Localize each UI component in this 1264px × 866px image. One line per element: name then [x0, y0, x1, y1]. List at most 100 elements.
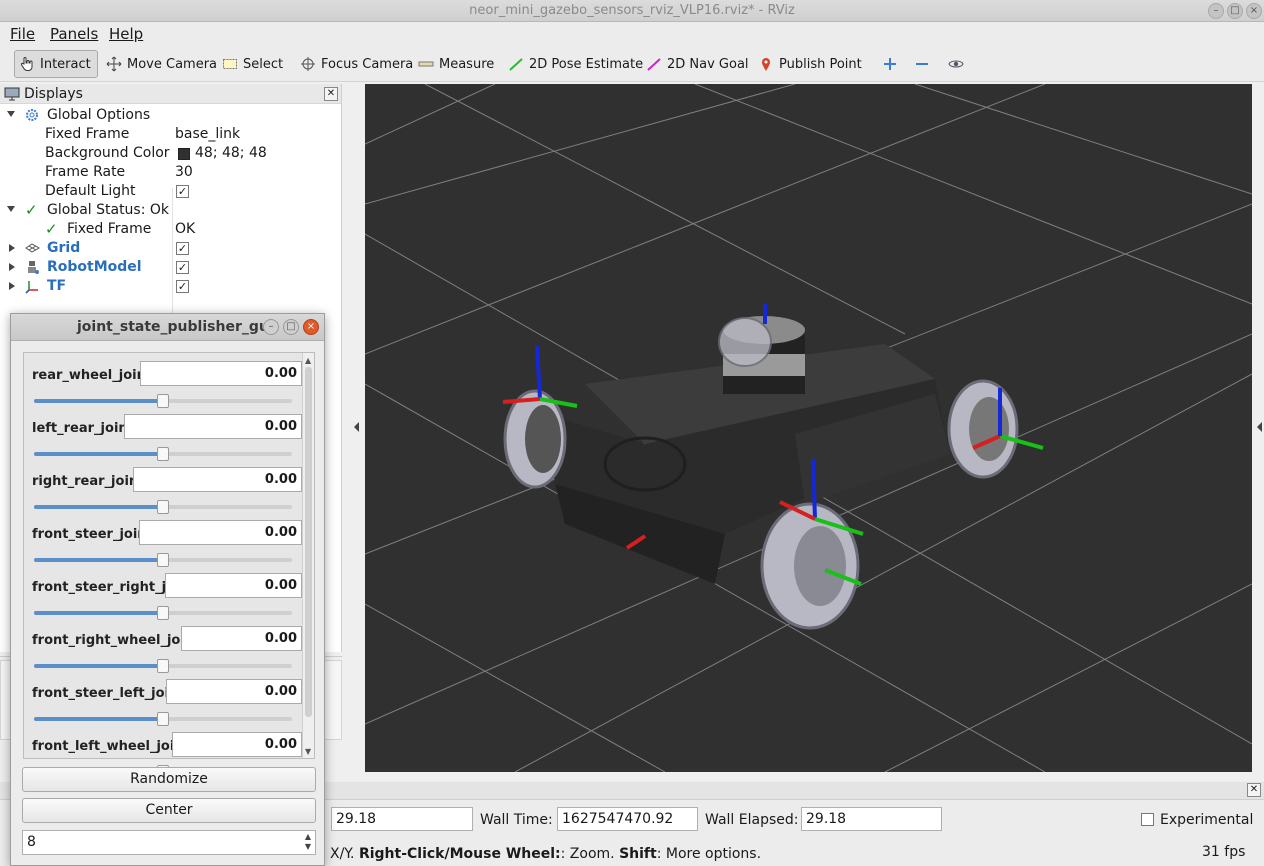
joint-slider[interactable] — [34, 553, 292, 567]
wall-elapsed-field[interactable]: 29.18 — [801, 807, 942, 831]
status-fixed-frame-row[interactable]: ✓ Fixed Frame OK — [0, 220, 342, 239]
joint-name: right_rear_joint — [32, 474, 145, 489]
joint-slider[interactable] — [34, 606, 292, 620]
map-pin-icon — [762, 58, 770, 71]
spin-box[interactable]: 8 ▲ ▼ — [22, 830, 316, 855]
close-button[interactable]: × — [1246, 3, 1262, 19]
jsp-close-button[interactable]: × — [303, 319, 319, 335]
menu-panels[interactable]: Panels — [50, 25, 98, 43]
fixed-frame-value[interactable]: base_link — [175, 126, 240, 142]
view-menu-button[interactable] — [944, 50, 968, 78]
tf-axes-icon — [25, 281, 38, 294]
joint-value-field[interactable]: 0.00 — [124, 414, 302, 439]
slider-handle[interactable] — [157, 447, 169, 461]
frame-rate-value[interactable]: 30 — [175, 164, 193, 180]
joint-state-publisher-window: joint_state_publisher_gui – □ × rear_whe… — [10, 313, 325, 866]
joint-name: front_right_wheel_joint — [32, 633, 201, 648]
focus-camera-tool[interactable]: Focus Camera — [296, 50, 417, 78]
slider-handle[interactable] — [157, 712, 169, 726]
render-viewport[interactable] — [365, 84, 1252, 772]
status-bold-1: Right-Click/Mouse Wheel: — [358, 846, 561, 862]
remove-tool-button[interactable] — [910, 50, 934, 78]
joint-list[interactable]: rear_wheel_joint 0.00 left_rear_joint 0.00 r… — [23, 352, 315, 779]
pose-estimate-tool[interactable]: 2D Pose Estimate — [504, 50, 647, 78]
color-swatch[interactable] — [178, 148, 190, 160]
jsp-maximize-button[interactable]: □ — [283, 319, 299, 335]
slider-handle[interactable] — [157, 659, 169, 673]
background-color-row[interactable]: Background Color 48; 48; 48 — [0, 144, 342, 163]
tf-row[interactable]: TF ✓ — [0, 277, 342, 296]
displays-close-button[interactable]: ✕ — [324, 87, 338, 101]
joint-value-field[interactable]: 0.00 — [139, 520, 302, 545]
robot-model-3d — [503, 316, 1019, 630]
menu-help[interactable]: Help — [109, 25, 143, 43]
minimize-button[interactable]: – — [1208, 3, 1224, 19]
fixed-frame-row[interactable]: Fixed Frame base_link — [0, 125, 342, 144]
joint-value-field[interactable]: 0.00 — [172, 732, 302, 757]
joint-value-field[interactable]: 0.00 — [181, 626, 302, 651]
nav-goal-tool[interactable]: 2D Nav Goal — [642, 50, 753, 78]
joint-list-scrollbar[interactable]: ▲ ▼ — [302, 353, 314, 758]
move-camera-label: Move Camera — [127, 56, 218, 72]
joint-value-field[interactable]: 0.00 — [166, 679, 302, 704]
grid-icon — [25, 243, 40, 253]
joint-value-field[interactable]: 0.00 — [165, 573, 302, 598]
spin-arrows-icon[interactable]: ▲ ▼ — [305, 832, 311, 852]
default-light-checkbox[interactable]: ✓ — [176, 185, 189, 198]
grid-checkbox[interactable]: ✓ — [176, 242, 189, 255]
slider-handle[interactable] — [157, 394, 169, 408]
joint-slider[interactable] — [34, 712, 292, 726]
ros-elapsed-field[interactable]: 29.18 — [331, 807, 473, 831]
global-status-row[interactable]: ✓ Global Status: Ok — [0, 201, 342, 220]
spin-value: 8 — [27, 834, 36, 850]
joint-value-field[interactable]: 0.00 — [133, 467, 302, 492]
joint-slider[interactable] — [34, 659, 292, 673]
time-panel-close-button[interactable]: ✕ — [1247, 783, 1261, 797]
select-tool[interactable]: Select — [218, 50, 287, 78]
default-light-label: Default Light — [45, 183, 136, 199]
joint-slider[interactable] — [34, 447, 292, 461]
publish-point-tool[interactable]: Publish Point — [754, 50, 866, 78]
scrollbar-thumb[interactable] — [305, 367, 312, 717]
center-button[interactable]: Center — [22, 798, 316, 823]
wheel — [718, 317, 772, 367]
collapse-right-arrow-icon[interactable] — [1257, 422, 1262, 432]
jsp-minimize-button[interactable]: – — [263, 319, 279, 335]
hand-pointer-icon — [20, 57, 33, 71]
slider-handle[interactable] — [157, 606, 169, 620]
ruler-icon — [418, 61, 434, 67]
measure-tool[interactable]: Measure — [414, 50, 498, 78]
joint-slider[interactable] — [34, 394, 292, 408]
robot-model-checkbox[interactable]: ✓ — [176, 261, 189, 274]
add-tool-button[interactable] — [878, 50, 902, 78]
slider-handle[interactable] — [157, 500, 169, 514]
slider-handle[interactable] — [157, 553, 169, 567]
collapse-left-arrow-icon[interactable] — [354, 422, 359, 432]
crosshair-icon — [301, 57, 315, 71]
experimental-checkbox[interactable] — [1141, 813, 1154, 826]
interact-tool[interactable]: Interact — [14, 50, 98, 78]
joint-slider[interactable] — [34, 500, 292, 514]
wall-time-field[interactable]: 1627547470.92 — [557, 807, 698, 831]
tf-checkbox[interactable]: ✓ — [176, 280, 189, 293]
scroll-down-icon[interactable]: ▼ — [305, 747, 311, 756]
joint-value-field[interactable]: 0.00 — [140, 361, 302, 386]
gear-icon — [26, 109, 38, 121]
eye-icon — [948, 60, 964, 68]
jsp-title: joint_state_publisher_gui — [77, 319, 274, 335]
default-light-row[interactable]: Default Light ✓ — [0, 182, 342, 201]
wheel — [760, 502, 860, 630]
robot-model-row[interactable]: RobotModel ✓ — [0, 258, 342, 277]
move-camera-tool[interactable]: Move Camera — [102, 50, 221, 78]
check-icon: ✓ — [45, 220, 58, 238]
robot-model-label: RobotModel — [47, 259, 142, 275]
randomize-button[interactable]: Randomize — [22, 767, 316, 792]
menu-file[interactable]: File — [10, 25, 35, 43]
move-arrows-icon — [106, 56, 122, 72]
maximize-button[interactable]: □ — [1227, 3, 1243, 19]
background-color-value[interactable]: 48; 48; 48 — [195, 145, 267, 161]
global-options-row[interactable]: Global Options — [0, 106, 342, 125]
frame-rate-row[interactable]: Frame Rate 30 — [0, 163, 342, 182]
scroll-up-icon[interactable]: ▲ — [305, 356, 311, 365]
grid-row[interactable]: Grid ✓ — [0, 239, 342, 258]
